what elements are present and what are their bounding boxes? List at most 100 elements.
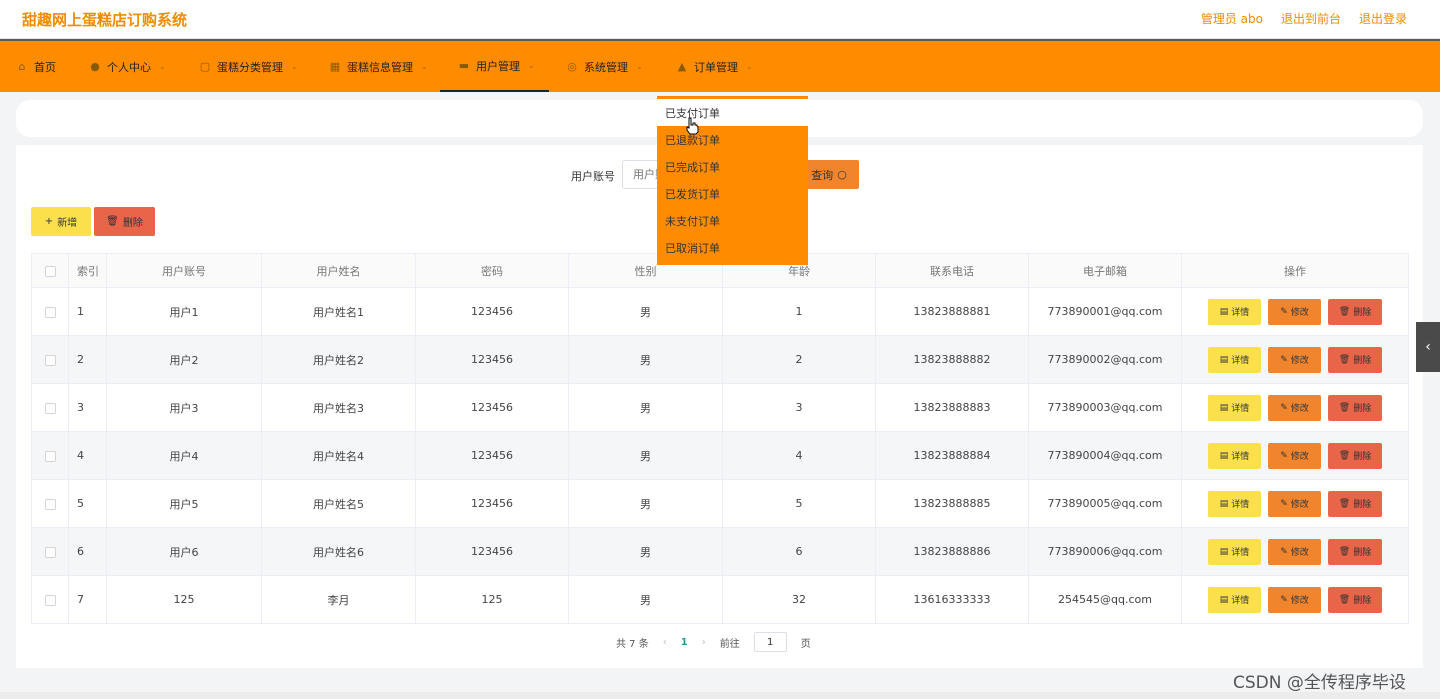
detail-button[interactable]: ▤ 详情 [1208,394,1261,421]
table-cell: 125 [415,575,569,624]
delete-button[interactable]: 🗑 删除 [1328,538,1382,565]
nav-user[interactable]: ▬ 用户管理 ⌄ [440,41,549,92]
detail-button[interactable]: ▤ 详情 [1208,538,1261,565]
nav-home[interactable]: ⌂ 首页 [16,41,57,92]
page-jump-input[interactable]: 1 [753,632,787,652]
edit-icon: ✎ [1280,594,1288,605]
order-icon: ▲ [677,59,687,73]
row-select-cell[interactable] [31,527,69,576]
nav-personal-label: 个人中心 [107,60,151,74]
user-icon: ● [90,59,100,73]
add-button[interactable]: + 新增 [31,207,91,236]
edit-button[interactable]: ✎ 修改 [1268,586,1321,613]
nav-cake-category-label: 蛋糕分类管理 [217,60,283,74]
row-actions: ▤ 详情 ✎ 修改 🗑 删除 [1181,527,1409,576]
row-select-cell[interactable] [31,431,69,480]
file-icon: ▤ [1219,546,1229,557]
delete-button[interactable]: 🗑 删除 [1328,586,1382,613]
nav-cake-info[interactable]: ▦ 蛋糕信息管理 ⌄ [329,41,428,92]
search-button[interactable]: 查询 ○ [799,160,859,189]
delete-button[interactable]: 🗑 删除 [1328,394,1382,421]
row-checkbox[interactable] [44,354,56,366]
edit-button-label: 修改 [1290,452,1309,462]
detail-button[interactable]: ▤ 详情 [1208,346,1261,373]
chevron-down-icon: ⌄ [159,62,166,71]
detail-button[interactable]: ▤ 详情 [1208,442,1261,469]
nav-cake-category[interactable]: ▢ 蛋糕分类管理 ⌄ [199,41,298,92]
chevron-down-icon: ⌄ [421,62,428,71]
table-cell: 773890004@qq.com [1028,431,1182,480]
detail-button[interactable]: ▤ 详情 [1208,298,1261,325]
side-panel-toggle[interactable]: ‹ [1416,322,1440,372]
edit-button-label: 修改 [1290,404,1309,414]
table-cell: 773890005@qq.com [1028,479,1182,528]
dropdown-item-cancelled[interactable]: 已取消订单 [657,234,808,261]
nav-home-label: 首页 [34,60,56,74]
table-cell: 13823888881 [875,287,1029,336]
trash-icon: 🗑 [1338,402,1351,413]
row-select-cell[interactable] [31,479,69,528]
edit-button[interactable]: ✎ 修改 [1268,442,1321,469]
pager-goto-label: 前往 [719,638,740,650]
nav-order[interactable]: ▲ 订单管理 ⌄ [676,41,753,92]
row-checkbox[interactable] [44,498,56,510]
table-cell: 13823888882 [875,335,1029,384]
table-cell: 773890001@qq.com [1028,287,1182,336]
logout-link[interactable]: 退出登录 [1359,10,1407,27]
next-page-icon[interactable]: › [702,637,706,648]
delete-button[interactable]: 🗑 删除 [1328,346,1382,373]
table-cell: 用户4 [106,431,262,480]
batch-delete-button[interactable]: 🗑 删除 [94,207,155,236]
detail-button-label: 详情 [1231,308,1250,318]
hand-cursor-icon [686,117,699,135]
edit-button[interactable]: ✎ 修改 [1268,538,1321,565]
row-select-cell[interactable] [31,575,69,624]
nav-system[interactable]: ◎ 系统管理 ⌄ [566,41,643,92]
row-checkbox[interactable] [44,306,56,318]
row-select-cell[interactable] [31,335,69,384]
detail-button[interactable]: ▤ 详情 [1208,586,1261,613]
to-front-link[interactable]: 退出到前台 [1281,10,1341,27]
row-checkbox[interactable] [44,450,56,462]
row-checkbox[interactable] [44,594,56,606]
delete-button-label: 删除 [1353,308,1372,318]
edit-button[interactable]: ✎ 修改 [1268,490,1321,517]
delete-button-label: 删除 [1353,500,1372,510]
row-select-cell[interactable] [31,383,69,432]
table-cell: 773890006@qq.com [1028,527,1182,576]
detail-button[interactable]: ▤ 详情 [1208,490,1261,517]
dropdown-item-refunded[interactable]: 已退款订单 [657,126,808,153]
col-header: 用户姓名 [261,253,416,288]
edit-icon: ✎ [1280,306,1288,317]
detail-button-label: 详情 [1231,548,1250,558]
dropdown-item-paid[interactable]: 已支付订单 [657,99,808,126]
select-all-checkbox[interactable] [44,265,56,277]
delete-button[interactable]: 🗑 删除 [1328,442,1382,469]
table-cell: 用户3 [106,383,262,432]
delete-button-label: 删除 [122,218,143,229]
table-cell: 男 [568,335,723,384]
row-select-cell[interactable] [31,287,69,336]
dropdown-item-shipped[interactable]: 已发货订单 [657,180,808,207]
nav-personal[interactable]: ● 个人中心 ⌄ [89,41,166,92]
delete-button[interactable]: 🗑 删除 [1328,298,1382,325]
header-links: 管理员 abo 退出到前台 退出登录 [1201,10,1407,27]
dropdown-item-unpaid[interactable]: 未支付订单 [657,207,808,234]
edit-button[interactable]: ✎ 修改 [1268,298,1321,325]
table-cell: 123456 [415,479,569,528]
table-cell: 用户姓名4 [261,431,416,480]
dropdown-item-completed[interactable]: 已完成订单 [657,153,808,180]
row-checkbox[interactable] [44,402,56,414]
search-icon: ○ [837,168,847,181]
row-checkbox[interactable] [44,546,56,558]
edit-button[interactable]: ✎ 修改 [1268,346,1321,373]
table-cell: 男 [568,527,723,576]
edit-button[interactable]: ✎ 修改 [1268,394,1321,421]
delete-button[interactable]: 🗑 删除 [1328,490,1382,517]
select-all-cell[interactable] [31,253,69,288]
page-number[interactable]: 1 [681,637,688,648]
prev-page-icon[interactable]: ‹ [663,637,667,648]
chevron-down-icon: ⌄ [528,61,535,70]
table-cell: 254545@qq.com [1028,575,1182,624]
col-header: 用户账号 [106,253,262,288]
